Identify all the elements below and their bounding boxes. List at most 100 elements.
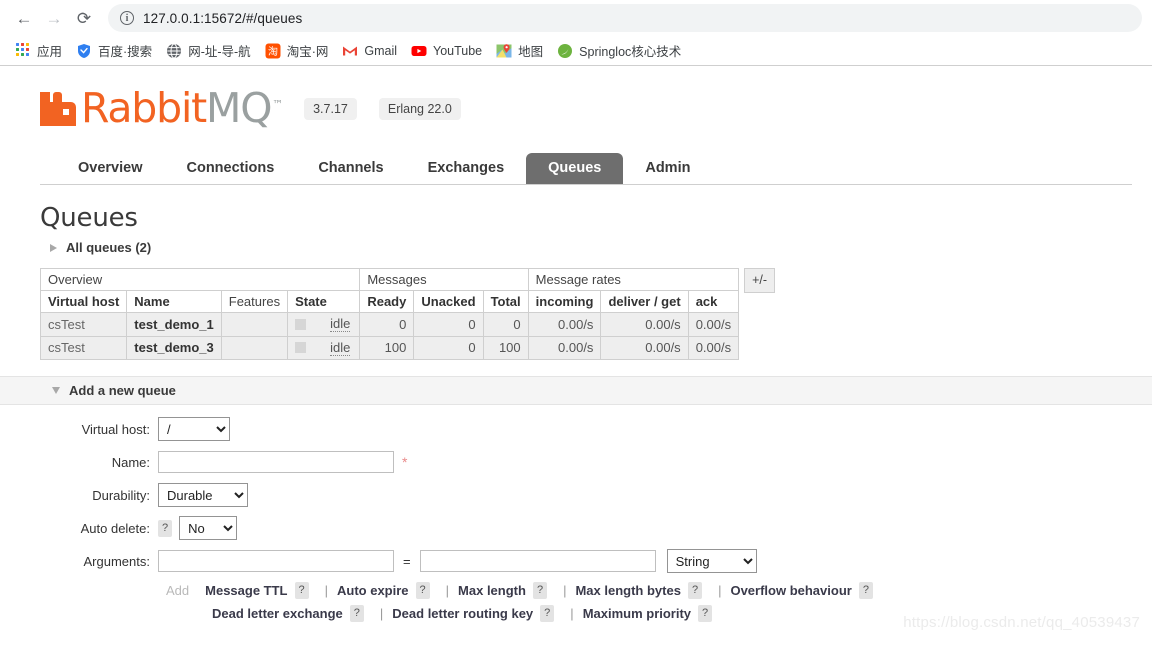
argument-presets-row-1: Add Message TTL ? | Auto expire ? | Max …	[40, 582, 1132, 599]
add-queue-section-header[interactable]: Add a new queue	[0, 376, 1152, 405]
cell-ready: 100	[359, 335, 415, 360]
bookmark-label: 地图	[518, 45, 544, 59]
auto-delete-select[interactable]: No	[179, 516, 238, 540]
preset-separator: |	[718, 583, 722, 598]
bookmark-label: 网-址-导-航	[188, 45, 251, 59]
address-bar-url: 127.0.0.1:15672/#/queues	[143, 10, 303, 26]
bookmark-baidu[interactable]: 百度·搜索	[70, 38, 160, 63]
field-row-virtual-host: Virtual host: /	[40, 417, 1132, 441]
info-icon[interactable]: i	[120, 11, 134, 25]
state-label: idle	[330, 339, 351, 356]
preset-separator: |	[379, 606, 384, 621]
preset-max-length[interactable]: Max length	[458, 583, 526, 598]
column-total[interactable]: Total	[482, 290, 529, 313]
preset-message-ttl[interactable]: Message TTL	[205, 583, 287, 598]
tab-connections[interactable]: Connections	[165, 153, 297, 185]
rabbitmq-logo-icon[interactable]	[40, 89, 78, 129]
cell-total: 100	[482, 335, 529, 360]
cell-ack: 0.00/s	[687, 312, 740, 337]
back-arrow-icon[interactable]: ←	[10, 4, 38, 32]
help-icon-message-ttl[interactable]: ?	[294, 582, 309, 599]
cell-unacked: 0	[413, 312, 484, 337]
preset-dead-letter-routing-key[interactable]: Dead letter routing key	[392, 606, 533, 621]
cell-features	[220, 335, 289, 360]
column-state[interactable]: State	[287, 290, 361, 313]
bookmarks-bar: 应用 百度·搜索 网-址-导-航 淘 淘宝·网 Gmail YouTube 地图…	[0, 36, 1152, 65]
tab-queues[interactable]: Queues	[526, 152, 624, 184]
all-queues-toggle[interactable]: All queues (2)	[40, 240, 1132, 255]
durability-select[interactable]: Durable	[158, 483, 248, 507]
column-features[interactable]: Features	[220, 290, 289, 313]
table-column-header-row: Virtual host Name Features State Ready U…	[39, 290, 740, 313]
add-queue-form: Virtual host: / Name: * Durability: Dura…	[40, 417, 1132, 622]
label-arguments: Arguments:	[83, 553, 150, 569]
browser-chrome: ← → ⟳ i 127.0.0.1:15672/#/queues 应用 百度·搜…	[0, 0, 1152, 66]
preset-separator: |	[445, 583, 450, 598]
argument-value-input[interactable]	[419, 550, 656, 572]
virtual-host-select[interactable]: /	[158, 417, 230, 441]
tab-overview[interactable]: Overview	[56, 153, 165, 185]
column-unacked[interactable]: Unacked	[413, 290, 484, 313]
main-navigation-tabs: Overview Connections Channels Exchanges …	[40, 151, 1132, 185]
forward-arrow-icon[interactable]: →	[40, 4, 68, 32]
column-ready[interactable]: Ready	[359, 290, 415, 313]
bookmark-taobao[interactable]: 淘 淘宝·网	[259, 38, 337, 63]
help-icon-overflow-behaviour[interactable]: ?	[858, 582, 873, 599]
tab-admin[interactable]: Admin	[623, 153, 712, 185]
cell-incoming: 0.00/s	[527, 335, 602, 360]
bookmark-wangzhi[interactable]: 网-址-导-航	[160, 38, 259, 63]
help-icon-dead-letter-routing-key[interactable]: ?	[540, 605, 555, 622]
required-marker: *	[402, 454, 408, 470]
spring-leaf-icon	[558, 43, 573, 58]
preset-max-length-bytes[interactable]: Max length bytes	[575, 583, 680, 598]
globe-icon	[167, 43, 182, 58]
tab-exchanges[interactable]: Exchanges	[406, 153, 527, 185]
preset-overflow-behaviour[interactable]: Overflow behaviour	[730, 583, 851, 598]
preset-maximum-priority[interactable]: Maximum priority	[583, 606, 691, 621]
table-row[interactable]: csTest test_demo_3 idle 100 0 100 0.00/s…	[39, 335, 740, 360]
argument-equals-sign: =	[403, 553, 411, 569]
group-header-message-rates: Message rates	[527, 268, 740, 291]
help-icon-auto-expire[interactable]: ?	[415, 582, 430, 599]
argument-key-input[interactable]	[158, 550, 394, 572]
cell-ready: 0	[359, 312, 415, 337]
preset-dead-letter-exchange[interactable]: Dead letter exchange	[212, 606, 343, 621]
field-row-durability: Durability: Durable	[40, 483, 1132, 507]
cell-state: idle	[287, 312, 361, 337]
table-row[interactable]: csTest test_demo_1 idle 0 0 0 0.00/s 0.0…	[39, 312, 740, 337]
argument-type-select[interactable]: String	[666, 549, 757, 573]
field-row-auto-delete: Auto delete: ? No	[40, 516, 1132, 540]
column-ack[interactable]: ack	[687, 290, 740, 313]
reload-icon[interactable]: ⟳	[70, 4, 98, 32]
column-chooser-button[interactable]: +/-	[744, 268, 776, 293]
bookmark-label: YouTube	[433, 43, 483, 58]
app-header: RabbitMQ™ 3.7.17 Erlang 22.0	[40, 66, 1132, 129]
add-argument-label: Add	[166, 583, 190, 598]
help-icon-max-length[interactable]: ?	[532, 582, 548, 599]
cell-queue-name[interactable]: test_demo_3	[126, 335, 222, 360]
help-icon-auto-delete[interactable]: ?	[158, 519, 173, 537]
queue-name-input[interactable]	[158, 451, 394, 473]
preset-auto-expire[interactable]: Auto expire	[337, 583, 409, 598]
bookmark-spring[interactable]: Springloc核心技术	[551, 38, 689, 63]
svg-text:淘: 淘	[268, 45, 278, 58]
bookmark-youtube[interactable]: YouTube	[405, 40, 490, 62]
column-virtual-host[interactable]: Virtual host	[39, 290, 128, 313]
table-group-header-row: Overview Messages Message rates	[39, 268, 740, 291]
address-bar[interactable]: i 127.0.0.1:15672/#/queues	[108, 4, 1142, 32]
column-name[interactable]: Name	[126, 290, 222, 313]
logo-text-mq: MQ	[206, 84, 272, 132]
help-icon-dead-letter-exchange[interactable]: ?	[349, 605, 364, 622]
column-incoming[interactable]: incoming	[527, 290, 602, 313]
tab-channels[interactable]: Channels	[296, 153, 405, 185]
column-deliver-get[interactable]: deliver / get	[600, 290, 689, 313]
add-queue-section-title: Add a new queue	[69, 383, 176, 398]
label-auto-delete: Auto delete:	[80, 520, 150, 536]
help-icon-max-length-bytes[interactable]: ?	[687, 582, 703, 599]
app-logo-text[interactable]: RabbitMQ™	[81, 88, 283, 129]
bookmark-gmail[interactable]: Gmail	[336, 40, 405, 62]
bookmark-maps[interactable]: 地图	[490, 38, 551, 63]
cell-queue-name[interactable]: test_demo_1	[126, 312, 222, 337]
bookmark-apps[interactable]: 应用	[10, 38, 70, 63]
help-icon-maximum-priority[interactable]: ?	[698, 605, 713, 622]
